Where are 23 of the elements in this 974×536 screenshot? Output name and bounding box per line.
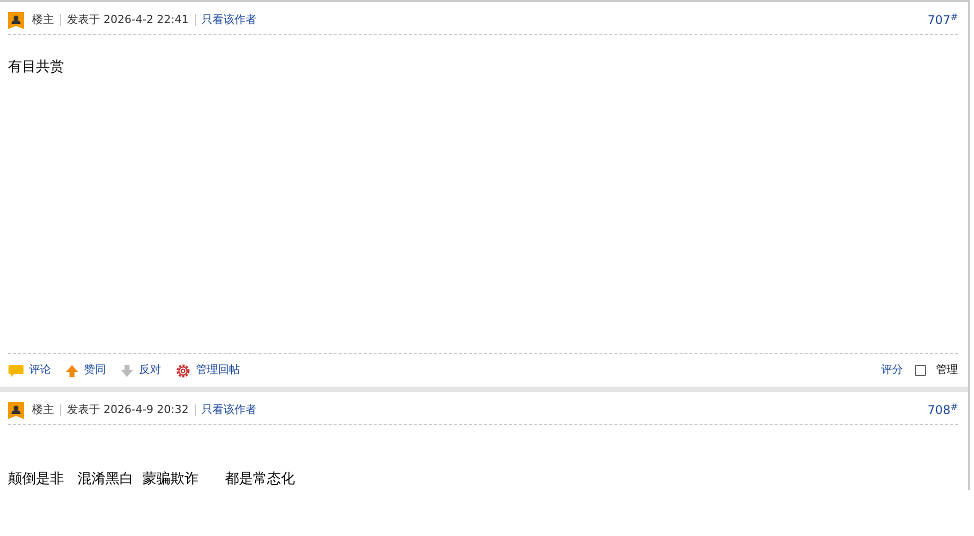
down-link[interactable]: 反对 <box>120 362 161 379</box>
user-badge-icon <box>8 402 24 418</box>
down-arrow-icon <box>120 364 134 378</box>
floor-number-link[interactable]: 707$^{#}$ <box>928 11 958 29</box>
post-time: 发表于 2026-4-2 22:41 <box>67 12 189 28</box>
comment-link[interactable]: 评论 <box>8 362 51 379</box>
gear-icon <box>175 362 191 378</box>
post-content: 颠倒是非 混淆黑白 蒙骗欺诈 都是常态化 <box>8 470 296 489</box>
manage-label: 管理 <box>936 362 958 378</box>
post-time: 发表于 2026-4-9 20:32 <box>67 402 189 418</box>
up-arrow-icon <box>65 364 79 378</box>
floor-number-link[interactable]: 708$^{#}$ <box>928 401 958 419</box>
rate-link[interactable]: 评分 <box>881 362 903 379</box>
comment-icon <box>8 364 24 378</box>
manage-checkbox[interactable] <box>915 365 926 376</box>
author-only-link[interactable]: 只看该作者 <box>202 402 257 418</box>
role-label: 楼主 <box>32 12 54 28</box>
author-only-link[interactable]: 只看该作者 <box>202 12 257 28</box>
post-content: 有目共赏 <box>8 58 65 77</box>
role-label: 楼主 <box>32 402 54 418</box>
gear-link[interactable]: 管理回帖 <box>175 362 240 379</box>
up-link[interactable]: 赞同 <box>65 362 106 379</box>
user-badge-icon <box>8 12 24 28</box>
